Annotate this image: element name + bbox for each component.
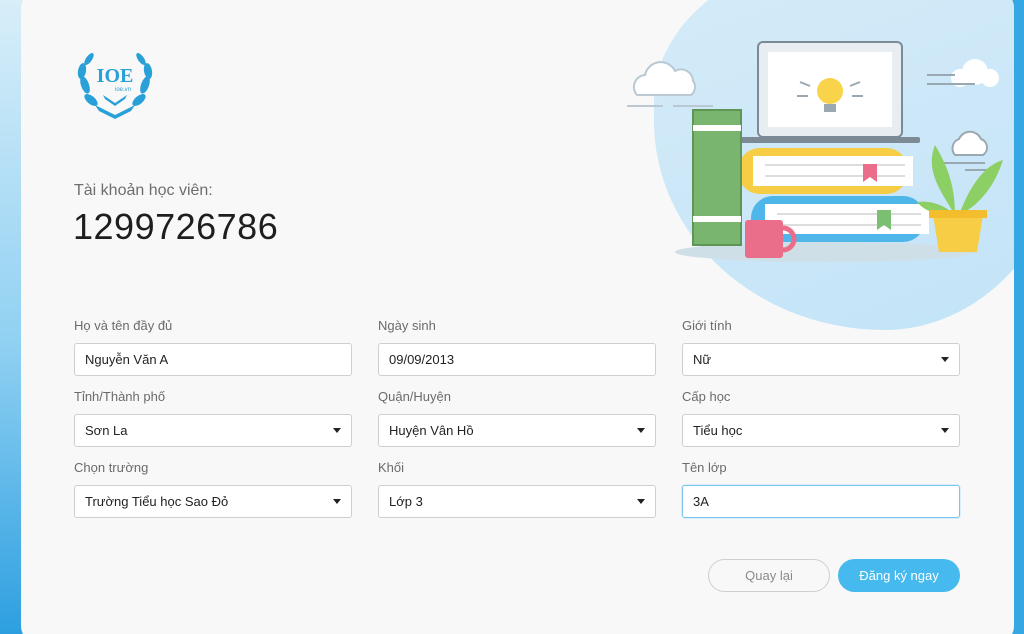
birth-date-input[interactable]: 09/09/2013 [378,343,656,376]
registration-card: IOE ioe.vn Tài khoản học viên: 129972678… [21,0,1014,634]
svg-text:ioe.vn: ioe.vn [115,87,131,93]
chevron-down-icon [637,428,645,433]
svg-text:IOE: IOE [97,65,134,87]
birth-date-label: Ngày sinh [378,318,436,333]
school-level-select[interactable]: Tiểu học [682,414,960,447]
chevron-down-icon [333,499,341,504]
chevron-down-icon [941,357,949,362]
school-level-label: Cấp học [682,389,731,404]
class-name-input[interactable]: 3A [682,485,960,518]
study-illustration [627,41,1003,262]
cloud-icon [627,61,713,107]
chevron-down-icon [333,428,341,433]
full-name-field: Họ và tên đầy đủ Nguyễn Văn A [74,317,352,376]
province-select[interactable]: Sơn La [74,414,352,447]
account-label: Tài khoản học viên: [74,182,213,199]
school-field: Chọn trường Trường Tiểu học Sao Đỏ [74,459,352,518]
class-name-field: Tên lớp 3A [682,459,960,518]
cloud-icon [927,59,999,87]
district-select[interactable]: Huyện Vân Hồ [378,414,656,447]
grade-field: Khối Lớp 3 [378,459,656,518]
school-level-field: Cấp học Tiểu học [682,388,960,447]
grade-label: Khối [378,460,405,475]
ioe-logo: IOE ioe.vn [77,53,153,119]
chevron-down-icon [637,499,645,504]
gender-field: Giới tính Nữ [682,317,960,376]
account-number: 1299726786 [73,206,279,247]
back-button[interactable]: Quay lại [708,559,830,592]
register-button[interactable]: Đăng ký ngay [838,559,960,592]
cloud-icon [937,130,995,171]
grade-select[interactable]: Lớp 3 [378,485,656,518]
chevron-down-icon [941,428,949,433]
plant-icon [917,145,1003,252]
province-field: Tỉnh/Thành phố Sơn La [74,388,352,447]
class-name-label: Tên lớp [682,460,727,475]
district-label: Quận/Huyện [378,389,451,404]
full-name-input[interactable]: Nguyễn Văn A [74,343,352,376]
province-label: Tỉnh/Thành phố [74,389,166,404]
full-name-label: Họ và tên đầy đủ [74,318,173,333]
gender-select[interactable]: Nữ [682,343,960,376]
district-field: Quận/Huyện Huyện Vân Hồ [378,388,656,447]
school-label: Chọn trường [74,460,149,475]
gender-label: Giới tính [682,318,732,333]
birth-date-field: Ngày sinh 09/09/2013 [378,317,656,376]
school-select[interactable]: Trường Tiểu học Sao Đỏ [74,485,352,518]
laptop-icon [740,41,920,143]
